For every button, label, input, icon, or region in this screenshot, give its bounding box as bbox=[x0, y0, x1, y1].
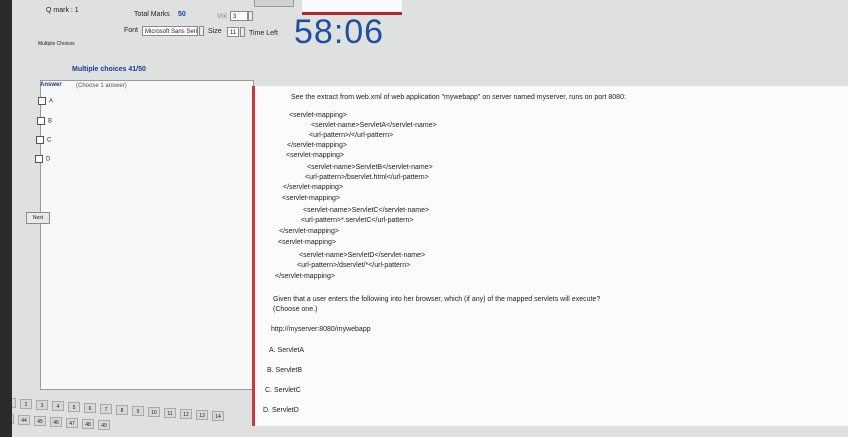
question-panel: See the extract from web.xml of web appl… bbox=[252, 86, 848, 426]
page-button[interactable]: 2 bbox=[20, 399, 32, 409]
page-button[interactable]: 7 bbox=[100, 404, 112, 414]
page-button[interactable]: 12 bbox=[180, 409, 192, 419]
monitor-bezel bbox=[0, 0, 12, 437]
code-line: <servlet-mapping> bbox=[278, 239, 336, 246]
question-url: http://myserver:8080/mywebapp bbox=[271, 326, 371, 333]
page-button[interactable]: 4 bbox=[52, 401, 64, 411]
question-intro: See the extract from web.xml of web appl… bbox=[291, 94, 626, 101]
page-button[interactable]: 47 bbox=[66, 418, 78, 428]
page-button[interactable]: 46 bbox=[50, 417, 62, 427]
q-mark-label: Q mark : 1 bbox=[46, 7, 79, 14]
page-button[interactable]: 3 bbox=[36, 400, 48, 410]
answer-area bbox=[40, 80, 254, 390]
page-button[interactable]: 44 bbox=[18, 415, 30, 425]
page-button[interactable]: 43 bbox=[12, 414, 14, 424]
page-button[interactable]: 9 bbox=[132, 406, 144, 416]
code-line: </servlet-mapping> bbox=[279, 228, 339, 235]
checkbox[interactable] bbox=[37, 117, 45, 125]
total-marks-label: Total Marks bbox=[134, 11, 170, 18]
font-label: Font bbox=[124, 27, 139, 34]
code-line: <servlet-name>ServletC</servlet-name> bbox=[303, 207, 430, 214]
vol-spinner[interactable] bbox=[248, 11, 253, 21]
checkbox[interactable] bbox=[38, 97, 46, 105]
answer-hint: (Choose 1 answer) bbox=[76, 83, 127, 89]
code-line: <servlet-mapping> bbox=[282, 195, 340, 202]
checkbox[interactable] bbox=[36, 136, 44, 144]
time-left-label: Time Left bbox=[249, 30, 278, 37]
page-button[interactable]: 11 bbox=[164, 408, 176, 418]
code-line: <servlet-name>ServletA</servlet-name> bbox=[311, 122, 437, 129]
choice-a: A. ServletA bbox=[269, 347, 305, 354]
code-line: <url-pattern>/</url-pattern> bbox=[309, 132, 394, 139]
font-select-arrow[interactable] bbox=[199, 26, 204, 36]
top-button[interactable] bbox=[254, 0, 294, 7]
answer-option-c[interactable]: C bbox=[36, 136, 51, 144]
page-button[interactable]: 8 bbox=[116, 405, 128, 415]
page-button[interactable]: 5 bbox=[68, 402, 80, 412]
code-line: <servlet-mapping> bbox=[289, 112, 347, 119]
size-field[interactable]: 11 bbox=[227, 27, 239, 37]
question-prompt-note: (Choose one.) bbox=[273, 306, 318, 313]
page-button[interactable]: 10 bbox=[148, 407, 160, 417]
page-button[interactable]: 6 bbox=[84, 403, 96, 413]
countdown-timer: 58:06 bbox=[294, 13, 385, 51]
checkbox[interactable] bbox=[35, 155, 43, 163]
page-button[interactable]: 48 bbox=[82, 419, 94, 429]
mode-label: Multiple Choices bbox=[38, 41, 75, 47]
vol-label: Vol bbox=[217, 13, 227, 20]
page-button[interactable]: 13 bbox=[196, 410, 208, 420]
choice-b: B. ServletB bbox=[267, 367, 303, 374]
font-select[interactable]: Microsoft Sans Serif bbox=[142, 26, 198, 36]
question-pager: 1 2 3 4 5 6 7 8 9 10 11 12 13 14 43 44 4… bbox=[12, 392, 292, 437]
code-line: </servlet-mapping> bbox=[275, 273, 335, 280]
question-prompt: Given that a user enters the following i… bbox=[273, 296, 601, 303]
page-button[interactable]: 14 bbox=[212, 411, 224, 421]
code-line: <url-pattern>*.servletC</url-pattern> bbox=[301, 217, 414, 224]
page-button[interactable]: 49 bbox=[98, 420, 110, 430]
question-counter: Multiple choices 41/50 bbox=[72, 66, 146, 73]
next-button[interactable]: Next bbox=[26, 212, 50, 224]
page-button[interactable]: 45 bbox=[34, 416, 46, 426]
size-spinner[interactable] bbox=[240, 27, 245, 37]
answer-option-a[interactable]: A bbox=[38, 97, 53, 105]
code-line: <url-pattern>/bservlet.html</url-pattern… bbox=[305, 174, 429, 181]
code-line: <url-pattern>/dservlet/*</url-pattern> bbox=[297, 262, 411, 269]
vol-field[interactable]: 3 bbox=[230, 11, 248, 21]
exam-window: Q mark : 1 Total Marks 50 Vol 3 Font Mic… bbox=[12, 0, 848, 437]
answer-option-d[interactable]: D bbox=[35, 155, 50, 163]
code-line: <servlet-name>ServletD</servlet-name> bbox=[299, 252, 426, 259]
code-line: </servlet-mapping> bbox=[283, 184, 343, 191]
code-line: <servlet-mapping> bbox=[286, 152, 344, 159]
total-marks-value: 50 bbox=[178, 11, 186, 18]
code-line: <servlet-name>ServletB</servlet-name> bbox=[307, 164, 433, 171]
code-line: </servlet-mapping> bbox=[287, 142, 347, 149]
page-button[interactable]: 1 bbox=[12, 398, 16, 408]
size-label: Size bbox=[208, 28, 222, 35]
answer-header: Answer bbox=[40, 82, 62, 88]
answer-option-b[interactable]: B bbox=[37, 117, 52, 125]
